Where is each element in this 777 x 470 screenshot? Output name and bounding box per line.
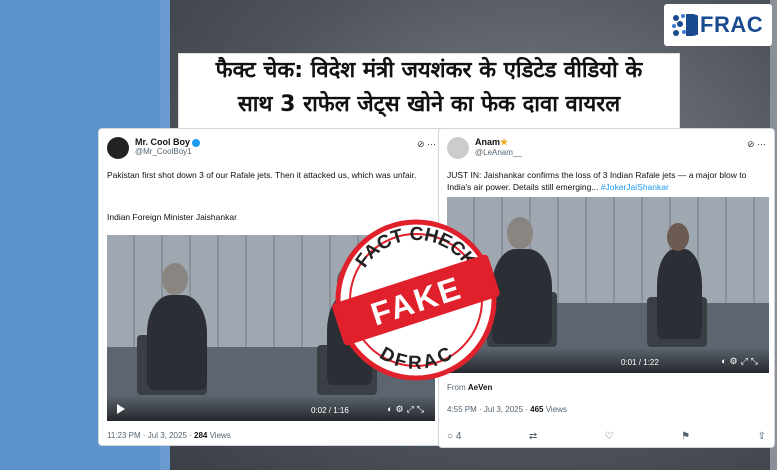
verified-badge-icon [192, 138, 201, 147]
video-control-icons[interactable]: ◐⚙⤢⤡ [721, 356, 761, 367]
fact-check-fake-stamp: FACT CHECK DFRAC FAKE [332, 219, 500, 381]
tweet-actions: ○ 4 ⇄ ♡ ⚑ ⇪ [447, 431, 766, 442]
tweet-text: Pakistan first shot down 3 of our Rafale… [107, 170, 417, 180]
logo-text: FRAC [700, 12, 764, 37]
user-handle[interactable]: @Mr_CoolBoy1 [135, 147, 200, 156]
dfrac-logo-icon [668, 10, 703, 40]
star-icon: ★ [500, 137, 509, 147]
reply-button[interactable]: ○ 4 [447, 431, 461, 442]
tweet-header: Mr. Cool Boy @Mr_CoolBoy1 [107, 137, 201, 159]
headline-line-1: फैक्ट चेक: विदेश मंत्री जयशंकर के एडिटेड… [215, 58, 643, 83]
play-icon[interactable] [117, 404, 125, 414]
tweet-timestamp: 11:23 PM · Jul 3, 2025 · 284 Views [107, 431, 231, 440]
reply-icon: ○ [447, 431, 454, 442]
dfrac-logo: FRAC [664, 4, 772, 46]
display-name[interactable]: Mr. Cool Boy [135, 137, 190, 147]
video-control-icons[interactable]: ◐⚙⤢⤡ [387, 404, 427, 415]
video-time: 0:02 / 1:16 [311, 406, 349, 415]
video-time: 0:01 / 1:22 [621, 358, 659, 367]
grok-and-more-icons[interactable]: ⊘ ⋯ [747, 139, 766, 150]
headline-line-2: साथ 3 राफेल जेट्स खोने का फेक दावा वायरल [237, 92, 621, 117]
speaker-figure [147, 295, 207, 390]
headline-box: फैक्ट चेक: विदेश मंत्री जयशंकर के एडिटेड… [178, 53, 680, 135]
like-icon[interactable]: ♡ [605, 431, 614, 442]
tweet-text: JUST IN: Jaishankar confirms the loss of… [447, 170, 747, 192]
retweet-icon[interactable]: ⇄ [529, 431, 537, 442]
share-icon[interactable]: ⇪ [758, 431, 766, 442]
hashtag-link[interactable]: #JokerJaiShankar [601, 182, 669, 192]
bookmark-icon[interactable]: ⚑ [681, 431, 690, 442]
tweet-text-2: Indian Foreign Minister Jaishankar [107, 212, 237, 222]
grok-and-more-icons[interactable]: ⊘ ⋯ [417, 139, 436, 150]
tweet-header: Anam★ @LeAnam__ [447, 137, 522, 159]
video-source[interactable]: From AeVen [447, 383, 492, 392]
avatar[interactable] [447, 137, 469, 159]
moderator-figure [657, 249, 702, 339]
tweet-timestamp: 4:55 PM · Jul 3, 2025 · 465 Views [447, 405, 567, 414]
display-name[interactable]: Anam [475, 137, 500, 147]
user-handle[interactable]: @LeAnam__ [475, 148, 522, 157]
avatar[interactable] [107, 137, 129, 159]
